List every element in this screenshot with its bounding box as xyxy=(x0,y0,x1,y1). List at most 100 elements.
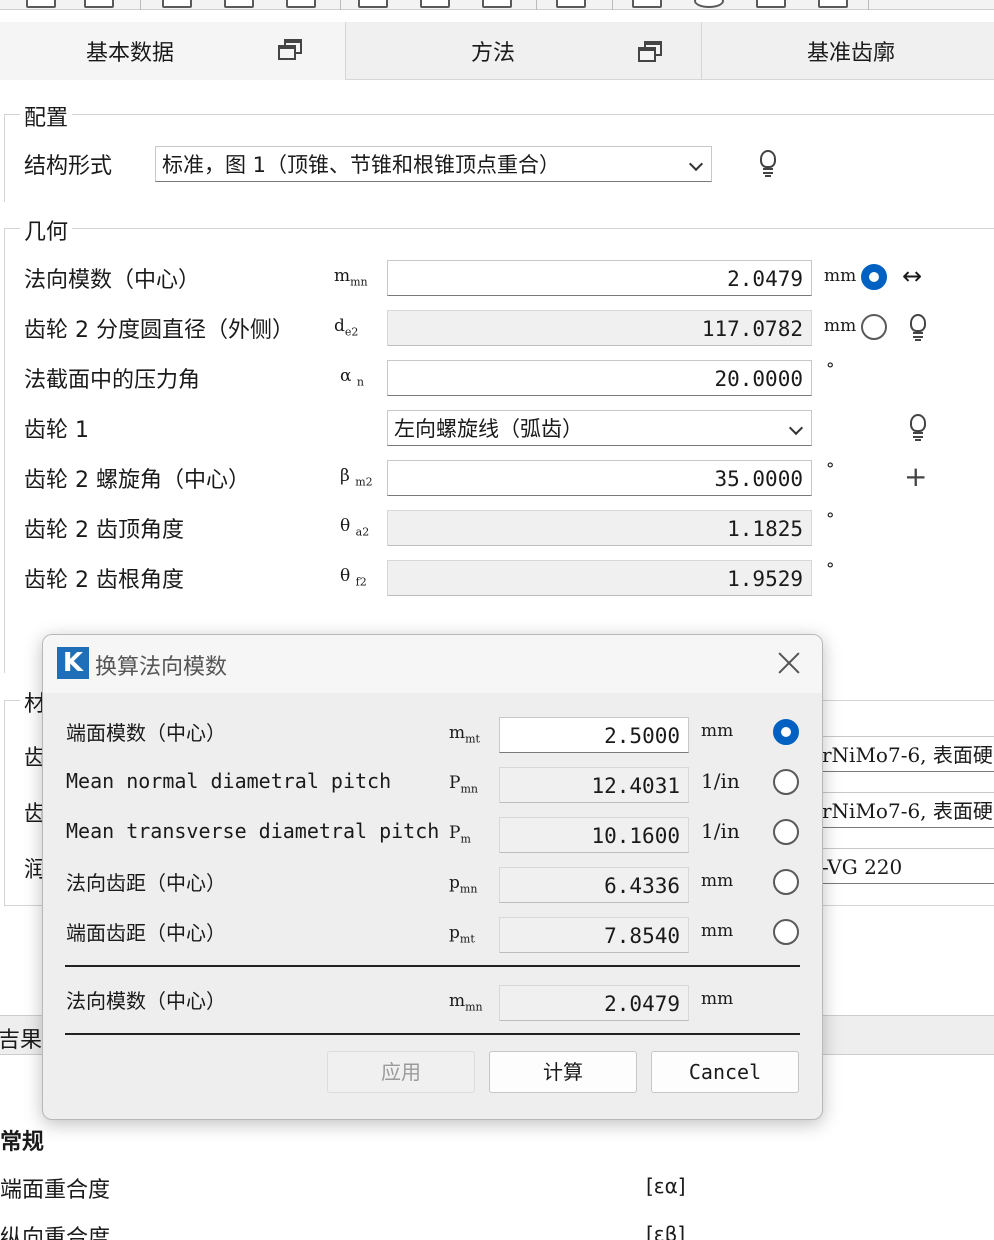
transverse-pitch-input[interactable]: 7.8540 xyxy=(499,917,689,953)
tab-label: 基准齿廓 xyxy=(807,40,896,66)
toolbar-button-11-icon[interactable] xyxy=(694,0,724,8)
result-normal-module-symbol: mmn xyxy=(449,991,483,1014)
normal-pitch-label: 法向齿距（中心） xyxy=(66,871,226,895)
helix-direction-select[interactable]: 左向螺旋线（弧齿） xyxy=(387,410,812,446)
material-gear1-select[interactable]: rNiMo7-6, 表面硬 xyxy=(815,736,994,772)
result-normal-module-label: 法向模数（中心） xyxy=(66,989,226,1013)
config-group-title: 配置 xyxy=(20,100,73,132)
normal-module-unit: mm xyxy=(824,266,857,286)
app-logo-icon: K xyxy=(57,647,89,679)
structure-select-value: 标准，图 1（顶锥、节锥和根锥顶点重合） xyxy=(162,153,561,177)
toolbar xyxy=(0,0,994,10)
toolbar-button-9-icon[interactable] xyxy=(556,0,586,8)
transverse-pitch-radio[interactable] xyxy=(773,919,799,945)
plus-icon[interactable]: + xyxy=(904,460,927,493)
toolbar-button-2-icon[interactable] xyxy=(84,0,114,8)
dedendum-angle-label: 齿轮 2 齿根角度 xyxy=(24,568,184,593)
chevron-down-icon xyxy=(688,156,704,172)
transverse-module-input[interactable]: 2.5000 xyxy=(499,717,689,753)
structure-select[interactable]: 标准，图 1（顶锥、节锥和根锥顶点重合） xyxy=(155,146,712,182)
pressure-angle-symbol: α n xyxy=(340,366,364,389)
normal-module-symbol: mmn xyxy=(334,266,368,289)
lightbulb-icon[interactable] xyxy=(908,414,928,442)
pitch-diameter-label: 齿轮 2 分度圆直径（外侧） xyxy=(24,318,294,343)
transverse-pitch-unit: mm xyxy=(701,921,734,941)
lubricant-select[interactable]: -VG 220 xyxy=(815,848,994,884)
toolbar-button-3-icon[interactable] xyxy=(162,0,192,8)
normal-pitch-radio[interactable] xyxy=(773,869,799,895)
helix-angle-unit: ° xyxy=(826,460,835,480)
normal-pitch-symbol: pmn xyxy=(449,873,478,896)
lightbulb-icon[interactable] xyxy=(758,150,778,178)
normal-pitch-input[interactable]: 6.4336 xyxy=(499,867,689,903)
addendum-angle-symbol: θ a2 xyxy=(340,516,370,539)
undock-window-icon[interactable] xyxy=(638,41,662,63)
addendum-angle-label: 齿轮 2 齿顶角度 xyxy=(24,518,184,543)
apply-button[interactable]: 应用 xyxy=(327,1051,475,1093)
transverse-module-radio[interactable] xyxy=(773,719,799,745)
toolbar-button-10-icon[interactable] xyxy=(632,0,662,8)
toolbar-button-1-icon[interactable] xyxy=(26,0,56,8)
toolbar-button-5-icon[interactable] xyxy=(286,0,316,8)
overlap-ratio-symbol: [εβ] xyxy=(646,1222,686,1240)
pitch-diameter-unit: mm xyxy=(824,316,857,336)
undock-window-icon[interactable] xyxy=(278,39,302,61)
divider xyxy=(65,965,800,967)
toolbar-button-8-icon[interactable] xyxy=(482,0,512,8)
toolbar-button-13-icon[interactable] xyxy=(818,0,848,8)
mean-normal-diametral-pitch-unit: 1/in xyxy=(701,769,740,793)
close-icon[interactable] xyxy=(775,649,803,677)
transverse-module-label: 端面模数（中心） xyxy=(66,721,226,745)
mean-normal-diametral-pitch-input[interactable]: 12.4031 xyxy=(499,767,689,803)
helix-angle-label: 齿轮 2 螺旋角（中心） xyxy=(24,468,250,493)
mean-transverse-diametral-pitch-input[interactable]: 10.1600 xyxy=(499,817,689,853)
normal-module-label: 法向模数（中心） xyxy=(24,268,201,293)
mean-normal-diametral-pitch-radio[interactable] xyxy=(773,769,799,795)
tab-basic-data[interactable]: 基本数据 xyxy=(0,22,345,80)
calculate-button[interactable]: 计算 xyxy=(489,1051,637,1093)
structure-label: 结构形式 xyxy=(24,154,113,179)
pressure-angle-input[interactable]: 20.0000 xyxy=(387,360,812,396)
toolbar-separator xyxy=(536,0,537,10)
normal-module-radio[interactable] xyxy=(861,264,887,290)
addendum-angle-input[interactable]: 1.1825 xyxy=(387,510,812,546)
addendum-angle-unit: ° xyxy=(826,510,835,530)
pitch-diameter-symbol: de2 xyxy=(334,316,359,339)
pressure-angle-label: 法截面中的压力角 xyxy=(24,368,201,393)
mean-transverse-diametral-pitch-radio[interactable] xyxy=(773,819,799,845)
toolbar-button-6-icon[interactable] xyxy=(358,0,388,8)
geometry-group-title: 几何 xyxy=(20,214,73,246)
mean-normal-diametral-pitch-label: Mean normal diametral pitch xyxy=(66,769,392,793)
pitch-diameter-radio[interactable] xyxy=(861,314,887,340)
normal-module-input[interactable]: 2.0479 xyxy=(387,260,812,296)
pitch-diameter-input[interactable]: 117.0782 xyxy=(387,310,812,346)
overlap-ratio-label: 纵向重合度 xyxy=(0,1226,111,1240)
double-arrow-icon[interactable]: ↔ xyxy=(902,262,922,290)
cancel-button[interactable]: Cancel xyxy=(651,1051,799,1093)
dialog-title: 换算法向模数 xyxy=(95,655,228,680)
toolbar-button-4-icon[interactable] xyxy=(224,0,254,8)
tab-reference-profile[interactable]: 基准齿廓 xyxy=(701,22,994,80)
mean-transverse-diametral-pitch-unit: 1/in xyxy=(701,819,740,843)
toolbar-button-12-icon[interactable] xyxy=(756,0,786,8)
lightbulb-icon[interactable] xyxy=(908,314,928,342)
result-normal-module-unit: mm xyxy=(701,989,734,1009)
tab-bar: 基本数据 方法 基准齿廓 xyxy=(0,22,994,80)
tab-method[interactable]: 方法 xyxy=(345,22,701,80)
dedendum-angle-input[interactable]: 1.9529 xyxy=(387,560,812,596)
chevron-down-icon xyxy=(788,420,804,436)
transverse-pitch-symbol: pmt xyxy=(449,923,475,946)
transverse-module-symbol: mmt xyxy=(449,723,480,746)
divider xyxy=(65,1033,800,1035)
result-normal-module-input[interactable]: 2.0479 xyxy=(499,985,689,1021)
toolbar-button-7-icon[interactable] xyxy=(420,0,450,8)
helix-angle-symbol: β m2 xyxy=(340,466,373,489)
mean-transverse-diametral-pitch-symbol: Pm xyxy=(449,823,471,846)
normal-pitch-unit: mm xyxy=(701,871,734,891)
mean-normal-diametral-pitch-symbol: Pmn xyxy=(449,773,478,796)
helix-angle-input[interactable]: 35.0000 xyxy=(387,460,812,496)
material-gear2-select[interactable]: rNiMo7-6, 表面硬 xyxy=(815,792,994,828)
tab-label: 基本数据 xyxy=(86,41,175,66)
convert-normal-module-dialog: K 换算法向模数 端面模数（中心） mmt 2.5000 mm Mean nor… xyxy=(42,634,823,1120)
gear1-label: 齿轮 1 xyxy=(24,418,89,443)
